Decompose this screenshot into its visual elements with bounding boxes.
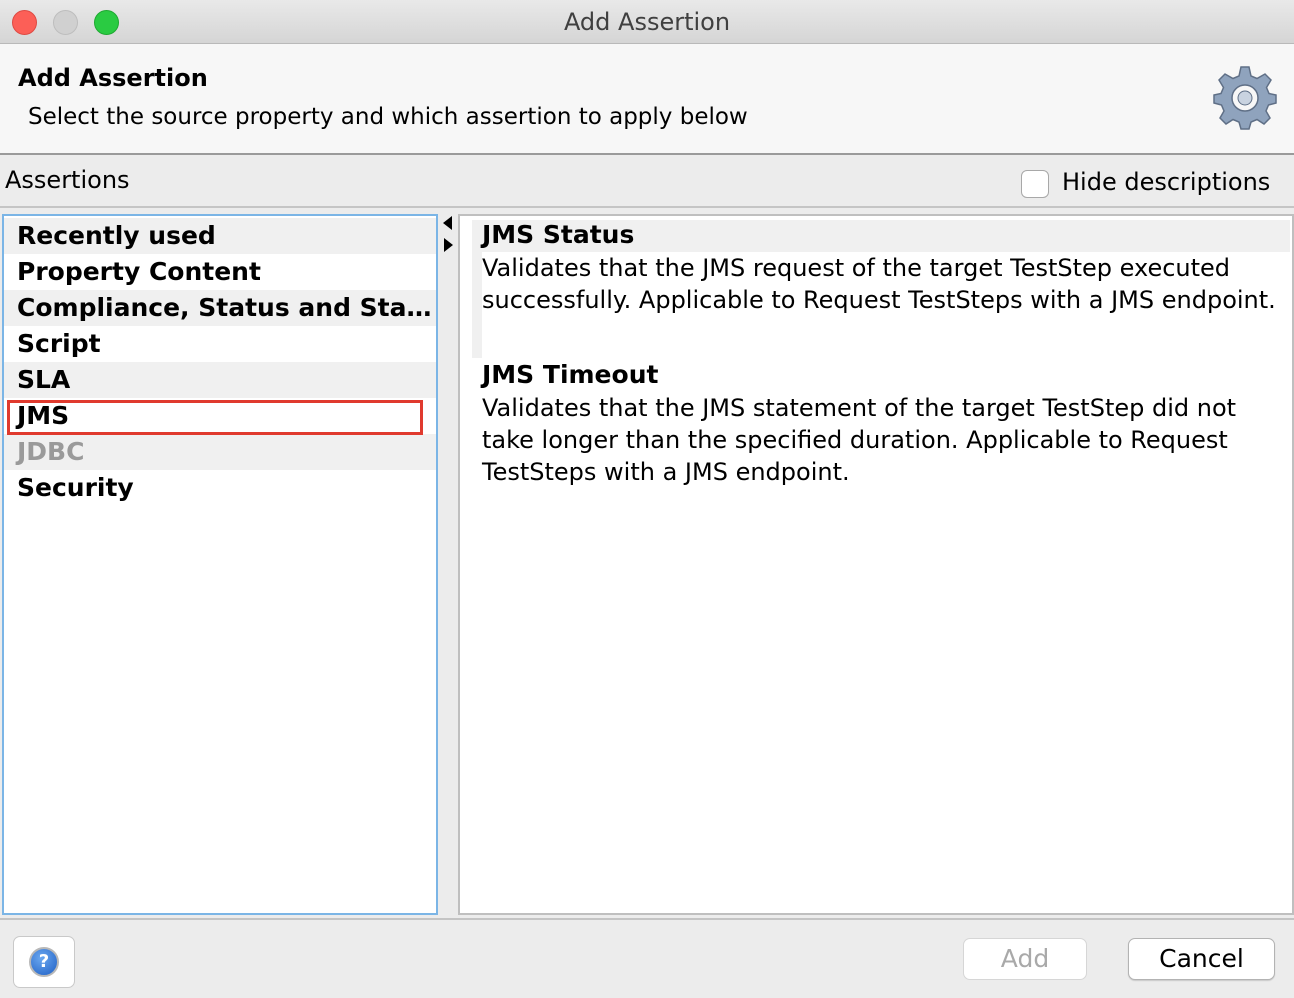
help-icon: ? bbox=[29, 947, 59, 977]
footer-divider bbox=[0, 918, 1294, 920]
assertions-label: Assertions bbox=[5, 166, 130, 194]
selection-highlight-box bbox=[7, 400, 423, 435]
gear-icon bbox=[1213, 66, 1277, 130]
category-list[interactable]: Recently used Property Content Complianc… bbox=[2, 214, 438, 915]
splitter-collapse-arrows[interactable] bbox=[440, 214, 456, 258]
hide-descriptions-label[interactable]: Hide descriptions bbox=[1062, 168, 1270, 196]
dialog-header: Add Assertion Select the source property… bbox=[0, 44, 1294, 155]
header-subtitle: Select the source property and which ass… bbox=[28, 104, 748, 130]
category-sla[interactable]: SLA bbox=[4, 362, 436, 398]
hide-descriptions-checkbox[interactable] bbox=[1021, 170, 1049, 198]
selected-item-stripe bbox=[472, 252, 482, 358]
collapse-left-icon bbox=[443, 216, 452, 230]
category-jdbc[interactable]: JDBC bbox=[4, 434, 436, 470]
assertion-list[interactable]: JMS Status Validates that the JMS reques… bbox=[458, 214, 1294, 915]
category-property-content[interactable]: Property Content bbox=[4, 254, 436, 290]
assertion-title-jms-timeout[interactable]: JMS Timeout bbox=[482, 360, 658, 389]
assertion-description-jms-status[interactable]: Validates that the JMS request of the ta… bbox=[482, 252, 1282, 316]
title-bar: Add Assertion bbox=[0, 0, 1294, 44]
category-script[interactable]: Script bbox=[4, 326, 436, 362]
category-security[interactable]: Security bbox=[4, 470, 436, 506]
window-title: Add Assertion bbox=[563, 8, 731, 36]
expand-right-icon bbox=[444, 238, 453, 252]
category-recently-used[interactable]: Recently used bbox=[4, 218, 436, 254]
cancel-button[interactable]: Cancel bbox=[1128, 938, 1275, 980]
add-button[interactable]: Add bbox=[963, 938, 1087, 980]
category-compliance-status-standards[interactable]: Compliance, Status and Standards bbox=[4, 290, 436, 326]
help-button[interactable]: ? bbox=[13, 936, 75, 988]
assertion-title-jms-status[interactable]: JMS Status bbox=[482, 220, 634, 249]
assertion-description-jms-timeout[interactable]: Validates that the JMS statement of the … bbox=[482, 392, 1282, 488]
header-title: Add Assertion bbox=[18, 64, 208, 92]
divider bbox=[0, 206, 1294, 208]
